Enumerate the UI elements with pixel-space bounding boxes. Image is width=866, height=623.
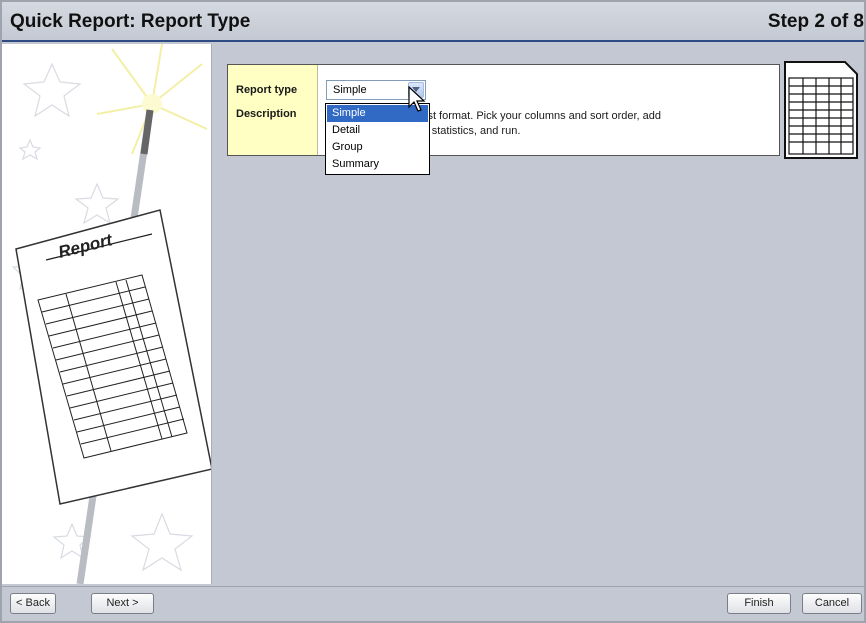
report-type-label: Report type	[236, 84, 298, 96]
wizard-wand-icon: Report	[11, 44, 211, 584]
cancel-button[interactable]: Cancel	[802, 593, 862, 614]
description-label: Description	[236, 108, 297, 120]
cursor-icon	[408, 86, 426, 112]
back-button[interactable]: < Back	[10, 593, 56, 614]
description-text: ist format. Pick your columns and sort o…	[425, 109, 765, 139]
finish-button[interactable]: Finish	[727, 593, 791, 614]
report-type-value: Simple	[333, 84, 367, 96]
option-group[interactable]: Group	[327, 139, 428, 156]
description-line-2: r statistics, and run.	[425, 125, 521, 137]
label-column: Report type Description	[228, 65, 318, 155]
next-button[interactable]: Next >	[91, 593, 154, 614]
wizard-header: Quick Report: Report Type Step 2 of 8	[2, 2, 864, 42]
wizard-illustration: Report	[2, 44, 212, 584]
report-type-panel: Report type Description ist format. Pick…	[227, 64, 780, 156]
step-indicator: Step 2 of 8	[767, 11, 864, 32]
description-line-1: ist format. Pick your columns and sort o…	[425, 110, 661, 122]
report-sheet-icon: Report	[15, 209, 211, 505]
option-summary[interactable]: Summary	[327, 156, 428, 173]
page-title: Quick Report: Report Type	[10, 11, 251, 32]
table-grid-icon	[784, 61, 858, 159]
option-detail[interactable]: Detail	[327, 122, 428, 139]
